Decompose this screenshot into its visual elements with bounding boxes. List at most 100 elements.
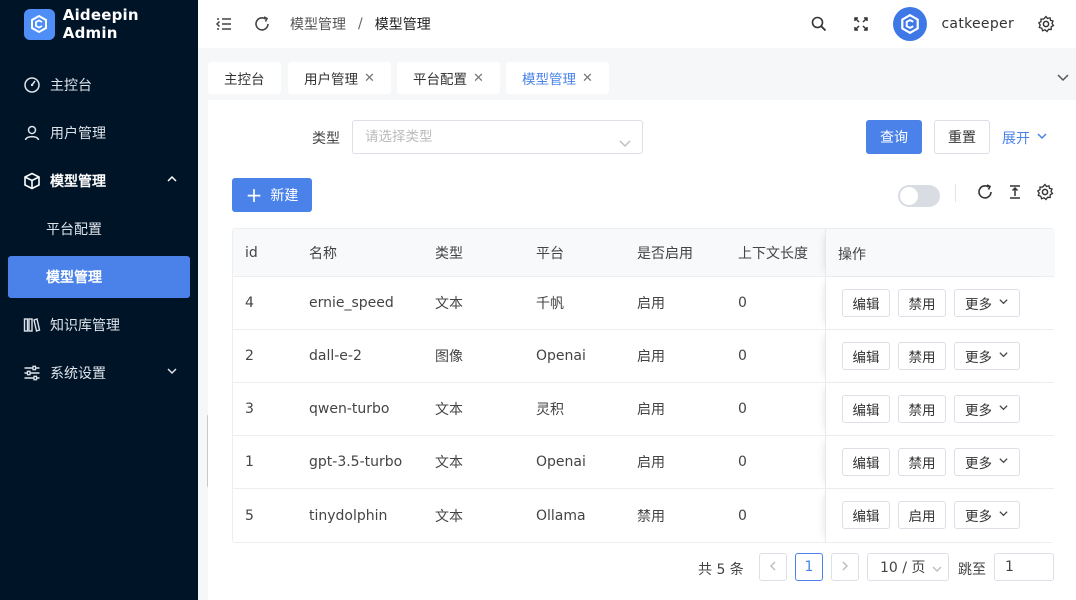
more-button[interactable]: 更多 [954, 289, 1020, 317]
column-height-icon[interactable] [1005, 182, 1025, 202]
expand-label: 展开 [1002, 131, 1030, 147]
fullscreen-icon[interactable] [851, 14, 871, 34]
close-icon[interactable]: ✕ [473, 71, 484, 86]
chevron-down-icon [618, 130, 632, 162]
avatar[interactable] [893, 7, 928, 41]
close-icon[interactable]: ✕ [582, 71, 593, 86]
column-header-name: 名称 [309, 245, 337, 262]
table-row: 1 gpt-3.5-turbo 文本 Openai 启用 0 编辑 禁用 更多 [233, 436, 1055, 489]
breadcrumb-item[interactable]: 模型管理 [290, 14, 346, 34]
more-button[interactable]: 更多 [954, 448, 1020, 476]
sidebar-item-platform-config[interactable]: 平台配置 [8, 208, 190, 250]
cell-context: 0 [738, 348, 747, 364]
edit-button-label: 编辑 [852, 297, 880, 313]
toggle-enable-button[interactable]: 禁用 [898, 342, 946, 370]
cell-name: ernie_speed [309, 295, 394, 311]
cell-platform: Ollama [536, 507, 586, 524]
content-card: 类型 请选择类型 查询 重置 展开 + 新建 id 名称 类型 平台 是否启用 … [208, 100, 1076, 600]
table-row: 4 ernie_speed 文本 千帆 启用 0 编辑 禁用 更多 [233, 277, 1055, 330]
page-button-current[interactable]: 1 [795, 553, 823, 581]
close-icon[interactable]: ✕ [364, 71, 375, 86]
cell-enabled: 启用 [637, 349, 665, 365]
column-settings-gear-icon[interactable] [1035, 182, 1055, 202]
cell-platform: 千帆 [536, 296, 564, 312]
more-button[interactable]: 更多 [954, 501, 1020, 529]
sidebar-item-users[interactable]: 用户管理 [8, 112, 190, 154]
reset-button-label: 重置 [948, 130, 976, 146]
cell-name: gpt-3.5-turbo [309, 454, 403, 470]
cell-platform: Openai [536, 348, 586, 364]
sidebar-item-label: 模型管理 [46, 270, 102, 286]
tab-user-management[interactable]: 用户管理 ✕ [288, 62, 391, 94]
sidebar-item-knowledge-base[interactable]: 知识库管理 [8, 304, 190, 346]
goto-page-input[interactable]: 1 [994, 553, 1054, 581]
edit-button[interactable]: 编辑 [842, 501, 890, 529]
page-number: 1 [804, 559, 814, 575]
sidebar-item-dashboard[interactable]: 主控台 [8, 64, 190, 106]
cell-id: 2 [245, 348, 254, 364]
search-icon[interactable] [809, 14, 829, 34]
toggle-enable-button[interactable]: 禁用 [898, 448, 946, 476]
type-select[interactable]: 请选择类型 [352, 120, 643, 154]
tab-dashboard[interactable]: 主控台 [208, 62, 281, 94]
column-header-enabled: 是否启用 [637, 245, 693, 262]
breadcrumb-item-current[interactable]: 模型管理 [375, 14, 431, 34]
more-button-label: 更多 [965, 297, 992, 313]
more-button-label: 更多 [965, 403, 992, 419]
app-logo-icon [24, 8, 55, 40]
cell-platform: Openai [536, 454, 586, 470]
edit-button[interactable]: 编辑 [842, 289, 890, 317]
cell-context: 0 [738, 295, 747, 311]
username[interactable]: catkeeper [941, 16, 1014, 32]
new-button[interactable]: + 新建 [232, 178, 312, 212]
tab-platform-config[interactable]: 平台配置 ✕ [397, 62, 500, 94]
edit-button[interactable]: 编辑 [842, 395, 890, 423]
cell-type: 文本 [435, 508, 463, 525]
dashboard-icon [22, 75, 42, 95]
table-row: 2 dall-e-2 图像 Openai 启用 0 编辑 禁用 更多 [233, 330, 1055, 383]
reload-table-icon[interactable] [975, 182, 995, 202]
toolbar-divider [955, 184, 956, 202]
type-select-placeholder: 请选择类型 [365, 129, 433, 145]
prev-page-button[interactable] [759, 553, 787, 581]
chevron-up-icon [166, 173, 178, 189]
toggle-enable-button[interactable]: 启用 [898, 501, 946, 529]
more-button[interactable]: 更多 [954, 395, 1020, 423]
chevron-down-icon[interactable] [1056, 70, 1070, 88]
sidebar-item-model-management-sub[interactable]: 模型管理 [8, 256, 190, 298]
page-size-select[interactable]: 10 / 页 [867, 553, 949, 581]
column-header-context-length: 上下文长度 [738, 245, 808, 262]
toggle-enable-button[interactable]: 禁用 [898, 289, 946, 317]
library-icon [22, 315, 42, 335]
edit-button[interactable]: 编辑 [842, 342, 890, 370]
settings-gear-icon[interactable] [1036, 14, 1056, 34]
next-page-button[interactable] [831, 553, 859, 581]
sidebar-item-label: 系统设置 [50, 366, 106, 382]
toggle-enable-button[interactable]: 禁用 [898, 395, 946, 423]
header: 模型管理 / 模型管理 catkeeper [198, 0, 1076, 48]
refresh-icon[interactable] [252, 14, 272, 34]
cube-icon [22, 171, 42, 191]
tab-label: 模型管理 [522, 72, 576, 88]
table-row: 5 tinydolphin 文本 Ollama 禁用 0 编辑 启用 更多 [233, 489, 1055, 542]
collapse-menu-icon[interactable] [214, 14, 234, 34]
chevron-down-icon [998, 295, 1009, 311]
toggle-enable-button-label: 禁用 [908, 456, 936, 472]
reset-button[interactable]: 重置 [934, 120, 990, 154]
cell-context: 0 [738, 454, 747, 470]
expand-toggle[interactable]: 展开 [1002, 128, 1048, 148]
query-button[interactable]: 查询 [866, 120, 922, 154]
chevron-down-icon [998, 507, 1009, 523]
user-icon [22, 123, 42, 143]
sidebar-item-system-settings[interactable]: 系统设置 [8, 352, 190, 394]
sidebar-item-model-management[interactable]: 模型管理 [8, 160, 190, 202]
more-button[interactable]: 更多 [954, 342, 1020, 370]
table-toggle-switch[interactable] [898, 185, 940, 207]
model-table: id 名称 类型 平台 是否启用 上下文长度 操作 4 ernie_speed 文本… [232, 228, 1055, 543]
sidebar-item-label: 模型管理 [50, 174, 106, 190]
edit-button[interactable]: 编辑 [842, 448, 890, 476]
tab-model-management[interactable]: 模型管理 ✕ [506, 62, 609, 94]
more-button-label: 更多 [965, 456, 992, 472]
brand[interactable]: Aideepin Admin [0, 0, 198, 48]
column-header-platform: 平台 [536, 245, 564, 262]
